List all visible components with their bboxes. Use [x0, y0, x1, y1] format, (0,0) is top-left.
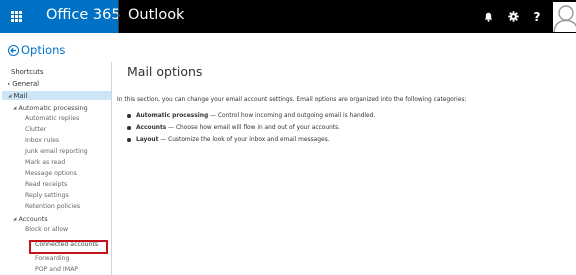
nav-item-block-or-allow[interactable]: Block or allow — [25, 226, 68, 233]
nav-item-junk-email-reporting[interactable]: Junk email reporting — [25, 148, 88, 155]
nav-item-mail[interactable]: ◢ Mail — [8, 92, 27, 100]
avatar[interactable] — [553, 2, 576, 32]
category-name: Layout — [136, 137, 159, 143]
category-description: — Control how incoming and outgoing emai… — [208, 113, 376, 119]
nav-item-shortcuts[interactable]: Shortcuts — [11, 68, 44, 76]
collapse-arrow-icon: ◢ — [8, 94, 12, 99]
bell-icon — [484, 12, 492, 22]
list-item: Accounts — Choose how email will flow in… — [127, 125, 375, 137]
nav-item-label: Mail — [13, 92, 28, 100]
category-description: — Choose how email will flow in and out … — [166, 125, 341, 131]
nav-item-label: General — [12, 80, 40, 88]
bullet-icon — [127, 138, 131, 142]
nav-item-retention-policies[interactable]: Retention policies — [25, 203, 80, 210]
category-description: — Customize the look of your inbox and e… — [158, 137, 330, 143]
nav-item-general[interactable]: ▸ General — [8, 80, 39, 88]
category-list: Automatic processing — Control how incom… — [127, 113, 375, 149]
nav-item-reply-settings[interactable]: Reply settings — [25, 192, 69, 199]
list-item: Automatic processing — Control how incom… — [127, 113, 375, 125]
nav-item-inbox-rules[interactable]: Inbox rules — [25, 137, 59, 144]
section-intro: In this section, you can change your ema… — [117, 97, 467, 103]
top-bar: Office 365 Outlook ? — [0, 0, 576, 33]
bullet-icon — [127, 114, 131, 118]
app-launcher-icon — [11, 11, 22, 22]
nav-group-automatic-processing[interactable]: ◢ Automatic processing — [13, 104, 88, 112]
section-title: Mail options — [127, 64, 203, 79]
app-name[interactable]: Outlook — [128, 7, 184, 23]
collapse-arrow-icon: ◢ — [13, 106, 17, 111]
nav-item-label: Accounts — [18, 215, 48, 223]
category-name: Accounts — [136, 125, 167, 131]
list-item: Layout — Customize the look of your inbo… — [127, 137, 375, 149]
collapse-arrow-icon: ◢ — [13, 217, 17, 222]
bullet-icon — [127, 126, 131, 130]
nav-item-pop-and-imap[interactable]: POP and IMAP — [35, 266, 78, 273]
help-button[interactable]: ? — [525, 0, 549, 33]
notifications-button[interactable] — [476, 0, 500, 33]
nav-item-automatic-replies[interactable]: Automatic replies — [25, 115, 79, 122]
nav-item-message-options[interactable]: Message options — [25, 170, 77, 177]
category-name: Automatic processing — [136, 113, 209, 119]
back-arrow-icon — [8, 44, 19, 56]
settings-button[interactable] — [501, 0, 525, 33]
nav-group-accounts[interactable]: ◢ Accounts — [13, 215, 48, 223]
expand-arrow-icon: ▸ — [8, 82, 11, 87]
nav-item-mark-as-read[interactable]: Mark as read — [25, 159, 65, 166]
app-launcher-button[interactable] — [0, 0, 33, 33]
options-back-link[interactable]: Options — [8, 42, 65, 58]
nav-item-read-receipts[interactable]: Read receipts — [25, 181, 67, 188]
suite-name[interactable]: Office 365 — [46, 7, 121, 23]
nav-item-label: Automatic processing — [18, 104, 88, 112]
help-icon: ? — [533, 9, 541, 24]
brand-divider — [118, 0, 119, 33]
nav-item-forwarding[interactable]: Forwarding — [35, 255, 69, 262]
gear-icon — [507, 11, 519, 22]
nav-item-clutter[interactable]: Clutter — [25, 126, 46, 133]
page-title: Options — [21, 43, 66, 57]
avatar-icon — [553, 5, 576, 32]
connected-accounts-highlight — [29, 240, 108, 254]
